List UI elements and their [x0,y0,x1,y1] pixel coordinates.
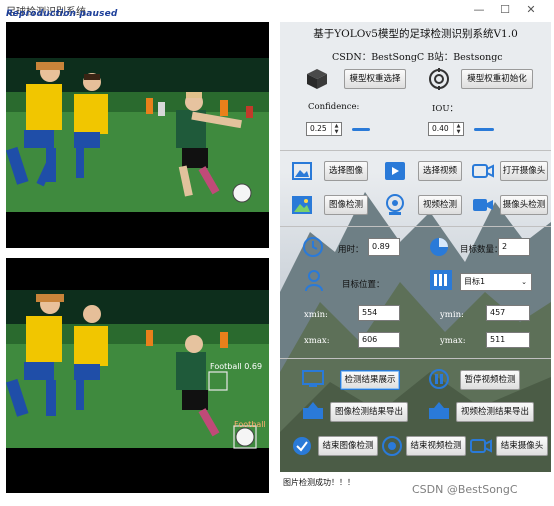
original-image-pane [6,22,269,248]
camera-icon [472,164,494,178]
cube-icon [307,69,327,89]
detection-label-2: Football [234,420,266,429]
confidence-spinbox[interactable]: 0.25 ▲ ▼ [306,122,342,136]
section-divider [280,226,551,227]
end-image-detect-button[interactable]: 结束图像检测 [318,436,378,456]
show-results-button[interactable]: 检测结果展示 [340,370,400,390]
pause-video-button[interactable]: 暂停视频检测 [460,370,520,390]
count-field[interactable]: 2 [498,238,530,256]
camera-off-icon [470,439,492,453]
webcam-icon [386,194,404,215]
original-image [6,22,269,248]
stop-record-icon [382,436,402,456]
open-camera-button[interactable]: 打开摄像头 [500,161,548,181]
spin-arrows-icon[interactable]: ▲ ▼ [453,123,463,135]
image-detect-button[interactable]: 图像检测 [324,195,368,215]
select-image-button[interactable]: 选择图像 [324,161,368,181]
close-button[interactable]: ✕ [520,2,542,18]
target-list-icon [430,270,452,290]
export-image-icon [303,402,323,419]
image-icon [292,162,312,180]
position-label: 目标位置： [342,280,385,290]
pie-chart-icon [430,238,448,256]
time-label: 用时： [338,245,364,255]
end-camera-button[interactable]: 结束摄像头 [496,436,548,456]
iou-label: IOU： [432,104,458,114]
overlay-text: Reproduction paused [6,9,118,19]
pause-icon [429,369,449,389]
export-image-results-button[interactable]: 图像检测结果导出 [330,402,408,422]
ymax-field[interactable]: 511 [486,332,530,348]
video-detect-button[interactable]: 视频检测 [418,195,462,215]
camera-detect-button[interactable]: 摄像头检测 [500,195,548,215]
section-divider [280,150,551,151]
detection-label-1: Football 0.69 [210,362,263,371]
app-title: 基于YOLOv5模型的足球检测识别系统V1.0 [313,28,518,40]
end-video-detect-button[interactable]: 结束视频检测 [406,436,466,456]
confidence-slider[interactable] [352,128,370,131]
confidence-label: Confidence: [308,102,360,112]
time-field[interactable]: 0.89 [368,238,400,256]
model-init-button[interactable]: 模型权重初始化 [461,69,533,89]
control-panel: 基于YOLOv5模型的足球检测识别系统V1.0 CSDN：BestSongC B… [280,22,551,493]
app-subtitle: CSDN：BestSongC B站：Bestsongc [332,52,503,63]
select-video-button[interactable]: 选择视频 [418,161,462,181]
picture-icon [292,196,312,214]
count-label: 目标数量： [460,245,503,255]
export-video-results-button[interactable]: 视频检测结果导出 [456,402,534,422]
iou-spinbox[interactable]: 0.40 ▲ ▼ [428,122,464,136]
iou-slider[interactable] [474,128,494,131]
monitor-icon [302,370,324,387]
result-image-pane: Football 0.69 Football [6,258,269,493]
section-divider [280,358,551,359]
target-select-value: 目标1 [464,277,486,286]
watermark: CSDN @BestSongC [412,483,518,496]
window-title-bar: 足球检测识别系统 Reproduction paused — ☐ ✕ [0,0,554,22]
video-camera-icon [473,199,493,211]
xmax-field[interactable]: 606 [358,332,400,348]
spin-arrows-icon[interactable]: ▲ ▼ [331,123,341,135]
ymin-label: ymin: [440,310,464,320]
model-select-button[interactable]: 模型权重选择 [344,69,406,89]
export-video-icon [429,402,449,419]
xmin-label: xmin: [304,310,328,320]
maximize-button[interactable]: ☐ [494,2,516,18]
xmin-field[interactable]: 554 [358,305,400,321]
target-icon [429,68,449,90]
minimize-button[interactable]: — [468,2,490,18]
xmax-label: xmax: [304,336,330,346]
ymin-field[interactable]: 457 [486,305,530,321]
video-file-icon [385,162,405,180]
target-select[interactable]: 目标1 ⌄ [460,273,532,291]
check-icon [293,437,311,455]
person-icon [305,270,323,292]
chevron-down-icon[interactable]: ⌄ [521,274,527,290]
ymax-label: ymax: [440,336,466,346]
clock-icon [303,237,323,257]
result-image [6,258,269,493]
